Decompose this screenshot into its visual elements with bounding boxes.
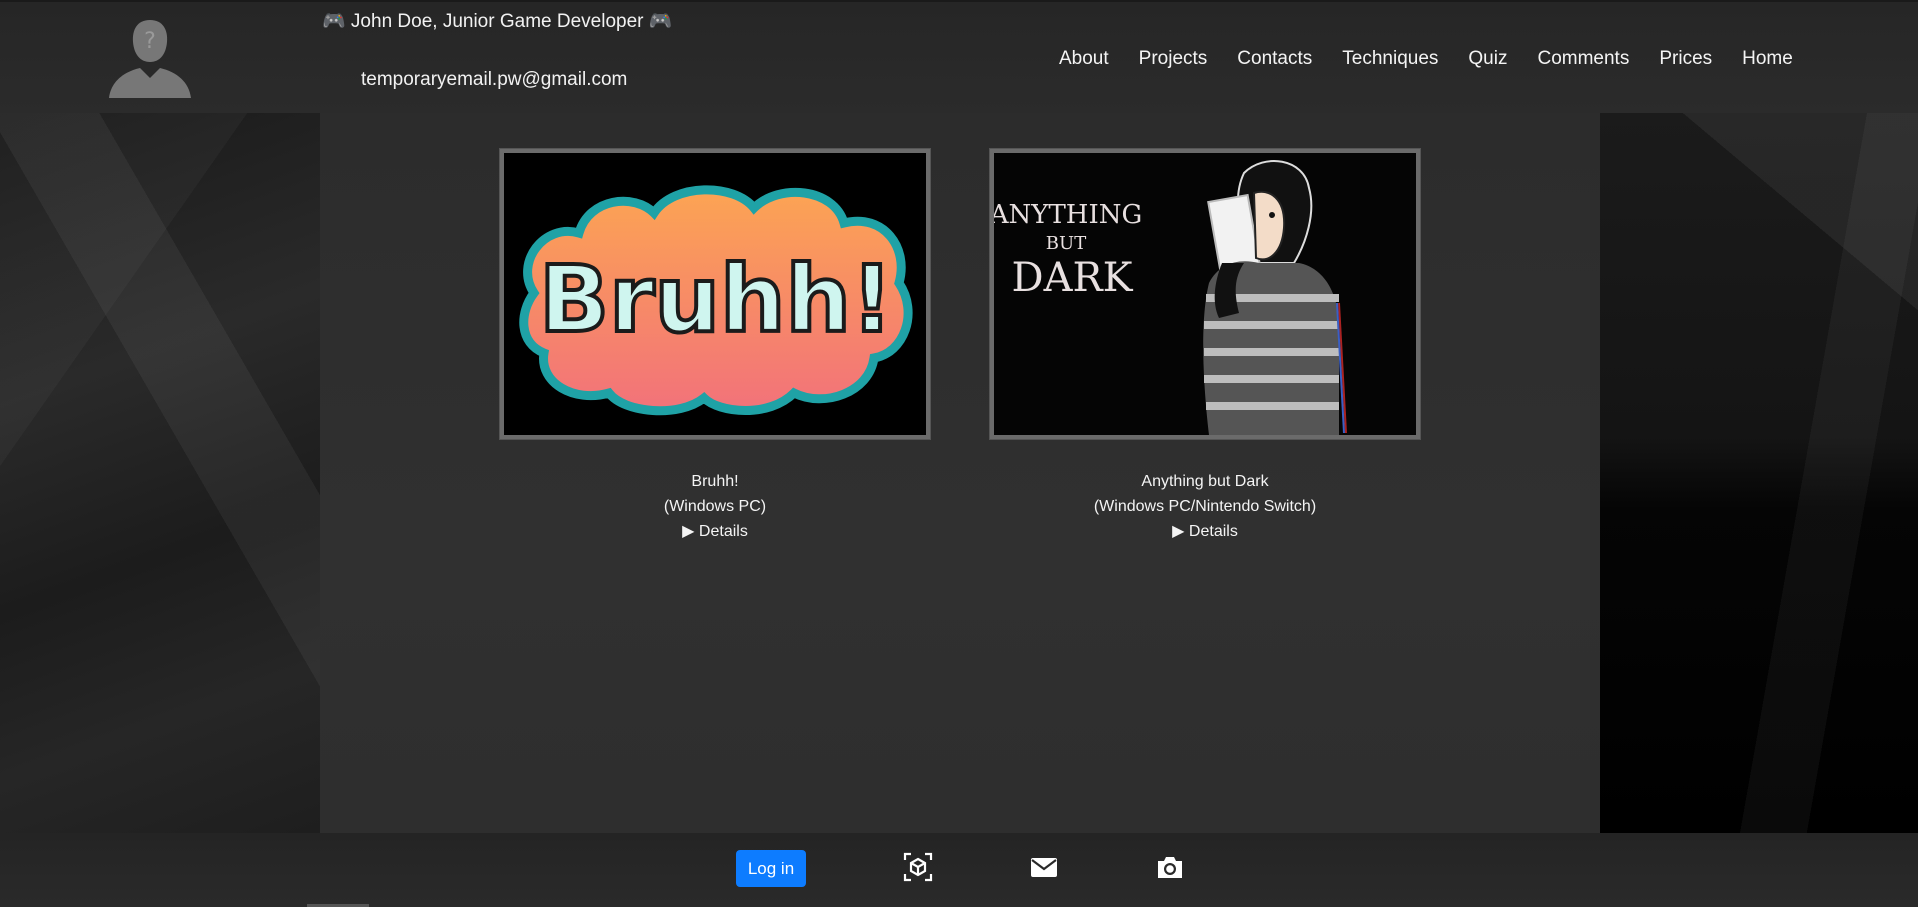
mail-icon[interactable] bbox=[1028, 851, 1060, 883]
project-card: Bruhh! Bruhh! (Windows PC) ▶ Details bbox=[500, 149, 930, 544]
nav-comments[interactable]: Comments bbox=[1522, 48, 1644, 70]
project-platform: (Windows PC/Nintendo Switch) bbox=[1093, 498, 1317, 515]
nav-quiz[interactable]: Quiz bbox=[1453, 48, 1522, 70]
left-background bbox=[0, 113, 320, 833]
bruhh-cover-art: Bruhh! bbox=[504, 153, 926, 435]
project-card: ANYTHING BUT DARK Anything but Dark (Win… bbox=[990, 149, 1420, 544]
site-header: ? 🎮 John Doe, Junior Game Developer 🎮 te… bbox=[0, 0, 1918, 113]
contact-email: temporaryemail.pw@gmail.com bbox=[361, 69, 628, 90]
nav-prices[interactable]: Prices bbox=[1644, 48, 1727, 70]
main-nav: About Projects Contacts Techniques Quiz … bbox=[1044, 48, 1808, 70]
svg-text:Bruhh!: Bruhh! bbox=[539, 246, 893, 353]
details-toggle[interactable]: ▶ Details bbox=[990, 519, 1420, 544]
camera-icon[interactable] bbox=[1154, 851, 1186, 883]
project-title: Anything but Dark bbox=[1141, 473, 1269, 490]
project-title: Bruhh! bbox=[691, 473, 739, 490]
projects-section: Bruhh! Bruhh! (Windows PC) ▶ Details ANY… bbox=[320, 113, 1600, 833]
nav-contacts[interactable]: Contacts bbox=[1222, 48, 1327, 70]
right-background bbox=[1600, 113, 1918, 833]
svg-text:DARK: DARK bbox=[1012, 255, 1134, 301]
anything-but-dark-cover-art: ANYTHING BUT DARK bbox=[994, 153, 1416, 435]
svg-text:?: ? bbox=[144, 29, 156, 54]
nav-home[interactable]: Home bbox=[1727, 48, 1808, 70]
details-toggle[interactable]: ▶ Details bbox=[500, 519, 930, 544]
cube-icon[interactable] bbox=[902, 851, 934, 883]
nav-projects[interactable]: Projects bbox=[1124, 48, 1223, 70]
login-button[interactable]: Log in bbox=[736, 850, 806, 887]
project-image-anything-but-dark[interactable]: ANYTHING BUT DARK bbox=[990, 149, 1420, 439]
nav-techniques[interactable]: Techniques bbox=[1327, 48, 1453, 70]
nav-about[interactable]: About bbox=[1044, 48, 1124, 70]
svg-text:BUT: BUT bbox=[1046, 233, 1086, 254]
page-title: 🎮 John Doe, Junior Game Developer 🎮 bbox=[322, 11, 673, 32]
svg-text:ANYTHING: ANYTHING bbox=[994, 200, 1142, 230]
site-footer: Log in bbox=[0, 833, 1918, 907]
project-platform: (Windows PC) bbox=[663, 498, 767, 515]
project-image-bruhh[interactable]: Bruhh! bbox=[500, 149, 930, 439]
unknown-user-icon: ? bbox=[109, 20, 191, 98]
